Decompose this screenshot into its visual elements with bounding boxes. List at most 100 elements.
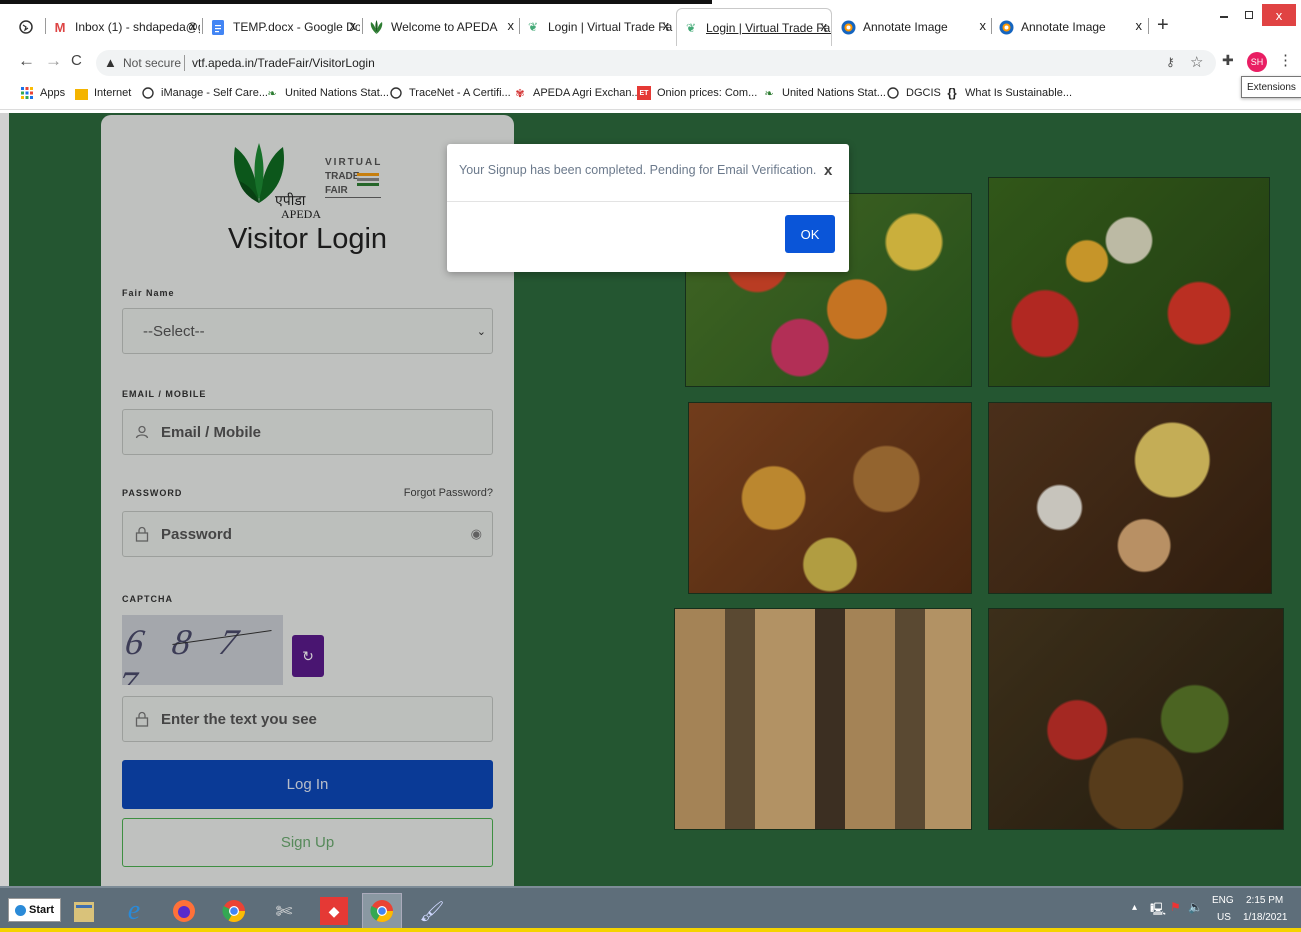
tray-chevron-icon[interactable]: ▴ — [1132, 902, 1137, 913]
bookmark-label: United Nations Stat... — [782, 87, 886, 99]
start-button[interactable]: Start — [8, 898, 62, 922]
clock-time[interactable]: 2:15 PM — [1246, 895, 1283, 906]
volume-icon[interactable]: 🔈 — [1188, 900, 1203, 914]
tab-gmail[interactable]: M Inbox (1) - shdapeda@g x — [52, 10, 200, 44]
bookmark-label: APEDA Agri Exchan... — [533, 87, 641, 99]
apps-grid-icon — [20, 86, 34, 100]
lang-indicator[interactable]: ENG — [1212, 895, 1234, 906]
annotate-icon — [998, 19, 1014, 35]
tab-apeda[interactable]: Welcome to APEDA x — [368, 10, 518, 44]
tab-annotate-1[interactable]: Annotate Image x — [840, 10, 990, 44]
chrome-icon[interactable] — [214, 893, 254, 929]
bookmark-un-stat-2[interactable]: ❧ United Nations Stat... — [762, 86, 886, 100]
close-icon[interactable]: x — [350, 18, 357, 33]
tab-google-docs[interactable]: TEMP.docx - Google Do x — [210, 10, 360, 44]
tab-label: TEMP.docx - Google Do — [233, 20, 360, 34]
tab-label: Annotate Image — [863, 20, 948, 34]
network-icon[interactable]: 🖳 — [1150, 900, 1166, 921]
bookmark-label: Onion prices: Com... — [657, 87, 758, 99]
globe-icon — [886, 86, 900, 100]
chrome-active-icon[interactable] — [362, 893, 402, 929]
bookmark-label: Apps — [40, 87, 66, 99]
close-icon[interactable]: x — [1136, 18, 1143, 33]
address-bar: ← → C ▲ Not secure vtf.apeda.in/TradeFai… — [0, 46, 1301, 80]
bookmark-un-stat-1[interactable]: ❧ United Nations Stat... — [265, 86, 389, 100]
folder-icon — [74, 86, 88, 100]
reload-icon[interactable]: C — [71, 52, 82, 69]
bookmark-imanage[interactable]: iManage - Self Care... — [141, 86, 268, 100]
forward-icon[interactable]: → — [45, 51, 62, 71]
tab-vtf-login-active[interactable]: ❦ Login | Virtual Trade Fair x — [676, 8, 832, 46]
modal-message: Your Signup has been completed. Pending … — [459, 163, 817, 177]
key-icon[interactable]: ⚷ — [1166, 55, 1175, 69]
anydesk-icon[interactable]: ◆ — [314, 893, 354, 929]
ok-button[interactable]: OK — [785, 215, 835, 253]
taskbar-bottom-strip — [0, 928, 1301, 932]
tab-label: Annotate Image — [1021, 20, 1106, 34]
file-explorer-icon[interactable] — [64, 893, 104, 929]
close-icon[interactable]: x — [980, 18, 987, 33]
bookmark-apps[interactable]: Apps — [20, 86, 65, 100]
window-top-strip — [0, 0, 712, 4]
bookmark-onion-prices[interactable]: ET Onion prices: Com... — [637, 86, 757, 100]
window-close-button[interactable]: x — [1262, 4, 1296, 26]
tab-separator — [519, 18, 520, 34]
flower-icon: ✾ — [515, 87, 525, 100]
globe-icon — [389, 86, 403, 100]
star-icon[interactable]: ☆ — [1190, 53, 1203, 71]
new-tab-button[interactable]: + — [1157, 14, 1169, 37]
tab-separator — [991, 18, 992, 34]
start-orb-icon — [15, 904, 26, 916]
snipping-tool-icon[interactable]: ✄ — [264, 893, 304, 929]
profile-avatar[interactable]: SH — [1247, 52, 1267, 72]
puzzle-icon[interactable]: ✚ — [1222, 52, 1234, 69]
close-icon[interactable]: x — [508, 18, 515, 33]
minimize-button[interactable] — [1218, 8, 1232, 22]
et-icon: ET — [637, 86, 651, 100]
gmail-icon: M — [54, 19, 66, 35]
modal-close-button[interactable]: x — [824, 162, 832, 179]
security-label[interactable]: Not secure — [123, 56, 181, 70]
tab-label: Welcome to APEDA — [391, 20, 498, 34]
paint-icon[interactable]: 🖌 — [412, 893, 452, 929]
internet-explorer-icon[interactable]: e — [114, 893, 154, 929]
region-indicator[interactable]: US — [1217, 912, 1231, 923]
bookmark-internet[interactable]: Internet — [74, 86, 131, 100]
leaf-icon: ❧ — [267, 87, 277, 100]
omnibox[interactable]: ▲ Not secure vtf.apeda.in/TradeFair/Visi… — [96, 50, 1216, 76]
bookmark-label: United Nations Stat... — [285, 87, 389, 99]
bookmark-tracenet[interactable]: TraceNet - A Certifi... — [389, 86, 511, 100]
bookmark-apeda-agri[interactable]: ✾ APEDA Agri Exchan... — [513, 86, 641, 100]
tab-vtf-login-1[interactable]: ❦ Login | Virtual Trade Fair x — [525, 10, 673, 44]
leaf-icon: ❧ — [764, 87, 774, 100]
clock-date[interactable]: 1/18/2021 — [1243, 912, 1288, 923]
signup-success-modal: Your Signup has been completed. Pending … — [447, 144, 849, 272]
bookmark-label: iManage - Self Care... — [161, 87, 268, 99]
firefox-icon[interactable] — [164, 893, 204, 929]
tab-label: Login | Virtual Trade Fair — [706, 20, 832, 35]
vtf-icon: ❦ — [527, 20, 539, 34]
url-text[interactable]: vtf.apeda.in/TradeFair/VisitorLogin — [192, 56, 375, 70]
tab-annotate-2[interactable]: Annotate Image x — [998, 10, 1146, 44]
warning-icon[interactable]: ▲ — [104, 55, 117, 70]
tab-separator — [202, 18, 203, 34]
windows-taskbar: Start e ✄ ◆ 🖌 ▴ 🖳 ⚑ 🔈 ENG US 2:15 PM 1/1… — [0, 886, 1301, 932]
braces-icon: {} — [947, 86, 957, 100]
tab-label: Login | Virtual Trade Fair — [548, 20, 673, 34]
bookmark-sustainable[interactable]: {} What Is Sustainable... — [945, 86, 1072, 100]
menu-kebab-icon[interactable]: ⋮ — [1278, 51, 1293, 69]
bookmark-dgcis[interactable]: DGCIS — [886, 86, 941, 100]
tab-pinned-globe[interactable] — [18, 10, 44, 44]
restore-button[interactable] — [1242, 8, 1256, 22]
close-icon[interactable]: x — [190, 18, 197, 33]
extensions-tooltip: Extensions — [1241, 76, 1301, 98]
tab-strip: M Inbox (1) - shdapeda@g x TEMP.docx - G… — [0, 0, 1301, 46]
vtf-icon: ❦ — [685, 20, 697, 35]
close-icon[interactable]: x — [663, 18, 670, 33]
close-icon[interactable]: x — [821, 19, 828, 34]
annotate-icon — [840, 19, 856, 35]
flag-icon[interactable]: ⚑ — [1170, 900, 1181, 914]
back-icon[interactable]: ← — [18, 51, 35, 71]
tab-separator — [1148, 18, 1149, 34]
bookmark-label: Internet — [94, 87, 132, 99]
